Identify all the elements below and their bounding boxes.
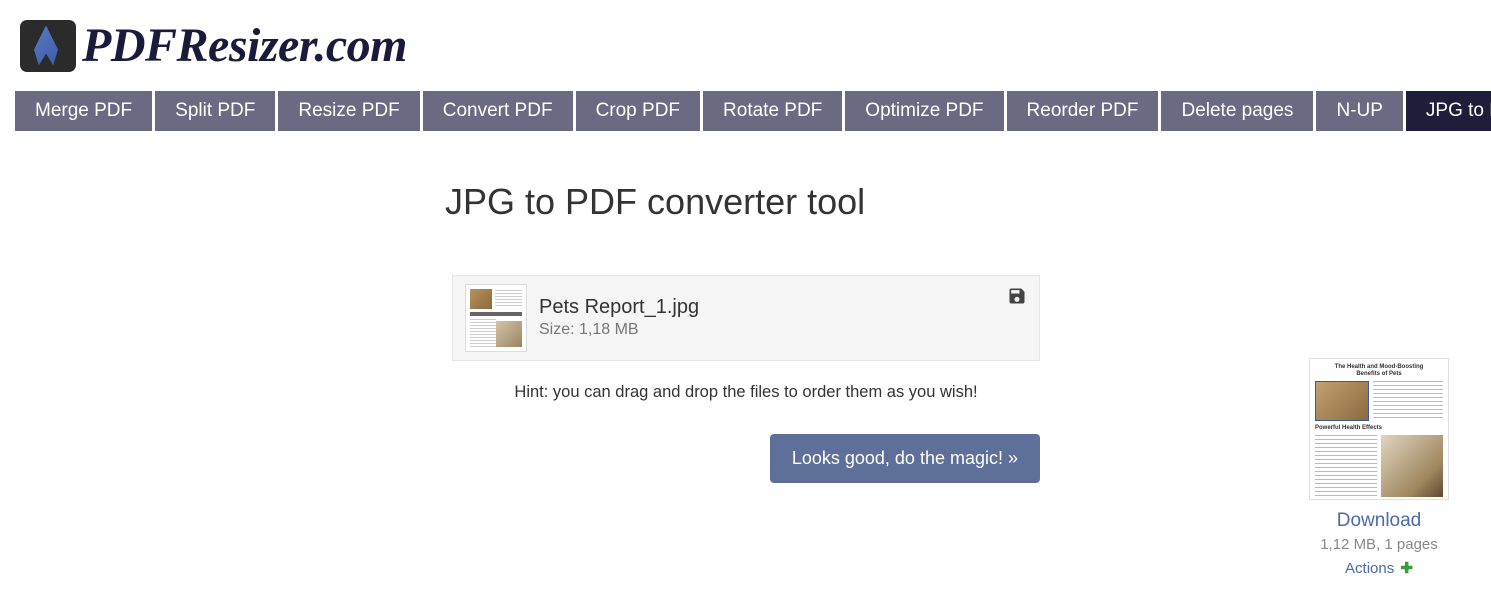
preview-title: The Health and Mood-Boosting Benefits of…: [1315, 364, 1443, 377]
result-sidebar: The Health and Mood-Boosting Benefits of…: [1299, 358, 1459, 577]
nav-item-jpg-to-pdf[interactable]: JPG to PDF: [1406, 91, 1491, 131]
logo-link[interactable]: PDFResizer.com: [20, 18, 407, 73]
actions-link[interactable]: Actions ✚: [1299, 559, 1459, 577]
download-meta: 1,12 MB, 1 pages: [1299, 536, 1459, 553]
nav-item-crop-pdf[interactable]: Crop PDF: [576, 91, 700, 131]
nav-item-convert-pdf[interactable]: Convert PDF: [423, 91, 573, 131]
file-size: Size: 1,18 MB: [539, 321, 995, 339]
convert-button[interactable]: Looks good, do the magic! »: [770, 434, 1040, 483]
preview-text-2: [1315, 435, 1377, 497]
nav-item-resize-pdf[interactable]: Resize PDF: [278, 91, 419, 131]
main-content: JPG to PDF converter tool Pets Report_1.…: [0, 131, 1491, 483]
nav-item-merge-pdf[interactable]: Merge PDF: [15, 91, 152, 131]
preview-image-1: [1315, 381, 1369, 421]
file-info: Pets Report_1.jpg Size: 1,18 MB: [539, 296, 995, 339]
logo-icon: [20, 20, 76, 72]
file-name: Pets Report_1.jpg: [539, 296, 995, 319]
nav-item-rotate-pdf[interactable]: Rotate PDF: [703, 91, 842, 131]
header: PDFResizer.com: [0, 0, 1491, 91]
nav-item-delete-pages[interactable]: Delete pages: [1161, 91, 1313, 131]
nav-item-split-pdf[interactable]: Split PDF: [155, 91, 275, 131]
result-preview[interactable]: The Health and Mood-Boosting Benefits of…: [1309, 358, 1449, 500]
nav-item-optimize-pdf[interactable]: Optimize PDF: [845, 91, 1003, 131]
preview-image-2: [1381, 435, 1443, 497]
save-icon[interactable]: [1007, 286, 1027, 306]
download-link[interactable]: Download: [1299, 510, 1459, 532]
logo-text: PDFResizer.com: [82, 18, 407, 73]
action-row: Looks good, do the magic! »: [452, 434, 1040, 483]
nav-item-n-up[interactable]: N-UP: [1316, 91, 1402, 131]
file-thumbnail: [465, 284, 527, 352]
nav-item-reorder-pdf[interactable]: Reorder PDF: [1007, 91, 1159, 131]
preview-heading: Powerful Health Effects: [1315, 425, 1443, 431]
plus-icon: ✚: [1396, 560, 1413, 577]
page-title: JPG to PDF converter tool: [445, 181, 1491, 223]
main-nav: Merge PDFSplit PDFResize PDFConvert PDFC…: [0, 91, 1491, 131]
uploaded-file-row[interactable]: Pets Report_1.jpg Size: 1,18 MB: [452, 275, 1040, 361]
hint-text: Hint: you can drag and drop the files to…: [452, 383, 1040, 402]
preview-text-1: [1373, 381, 1443, 421]
